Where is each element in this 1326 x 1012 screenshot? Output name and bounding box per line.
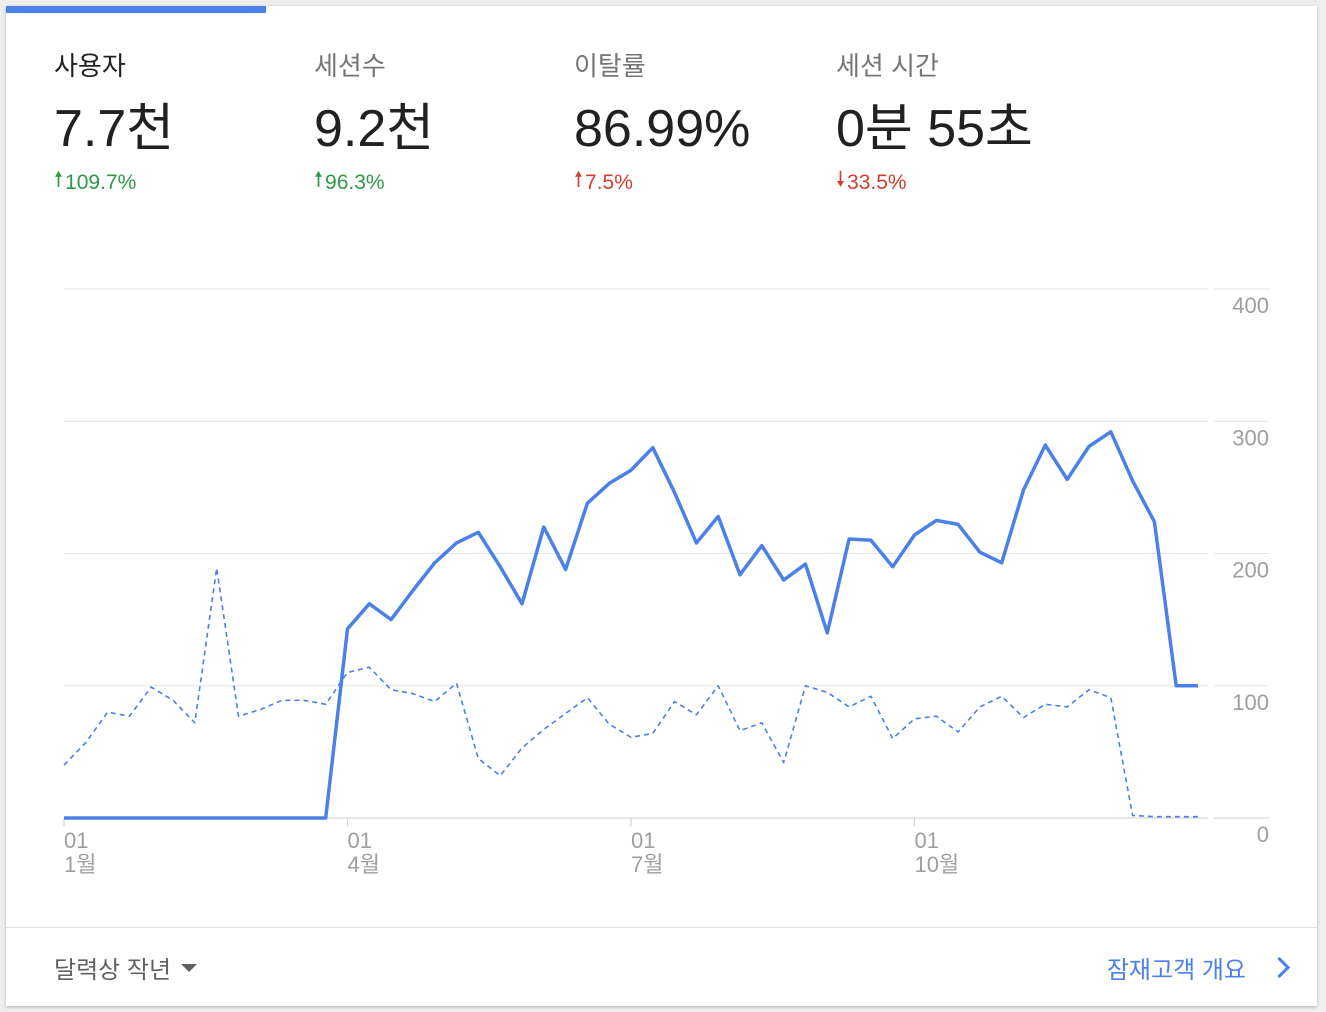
x-tick-month: 1월 bbox=[64, 852, 96, 877]
series-line-current bbox=[64, 430, 1198, 820]
x-tick-month: 4월 bbox=[348, 852, 380, 877]
x-tick-month: 7월 bbox=[631, 852, 663, 877]
caret-down-icon bbox=[181, 963, 198, 972]
audience-overview-card: 사용자 7.7천 🠕 109.7% 세션수 9.2천 🠕 96.3% 이탈률 8… bbox=[6, 6, 1317, 1006]
chevron-right-icon bbox=[1268, 956, 1291, 979]
overview-link-label: 잠재고객 개요 bbox=[1106, 957, 1246, 984]
date-range-label: 달력상 작년 bbox=[54, 957, 172, 984]
y-tick-label: 100 bbox=[1232, 690, 1269, 715]
date-range-dropdown[interactable]: 달력상 작년 bbox=[54, 950, 198, 985]
series-line-previous bbox=[63, 567, 1198, 818]
y-tick-label: 200 bbox=[1232, 558, 1269, 583]
audience-overview-link[interactable]: 잠재고객 개요 bbox=[1106, 950, 1291, 985]
x-tick-month: 10월 bbox=[915, 852, 960, 877]
x-tick-day: 01 bbox=[631, 828, 655, 853]
line-chart: 0100200300400011월014월017월0110월 bbox=[63, 288, 1269, 877]
y-tick-label: 400 bbox=[1232, 293, 1269, 318]
x-tick-day: 01 bbox=[915, 828, 939, 853]
y-tick-label: 0 bbox=[1257, 822, 1269, 847]
y-tick-label: 300 bbox=[1232, 425, 1269, 450]
x-tick-day: 01 bbox=[64, 828, 88, 853]
x-tick-day: 01 bbox=[348, 828, 372, 853]
card-footer: 달력상 작년 잠재고객 개요 bbox=[6, 927, 1317, 1006]
